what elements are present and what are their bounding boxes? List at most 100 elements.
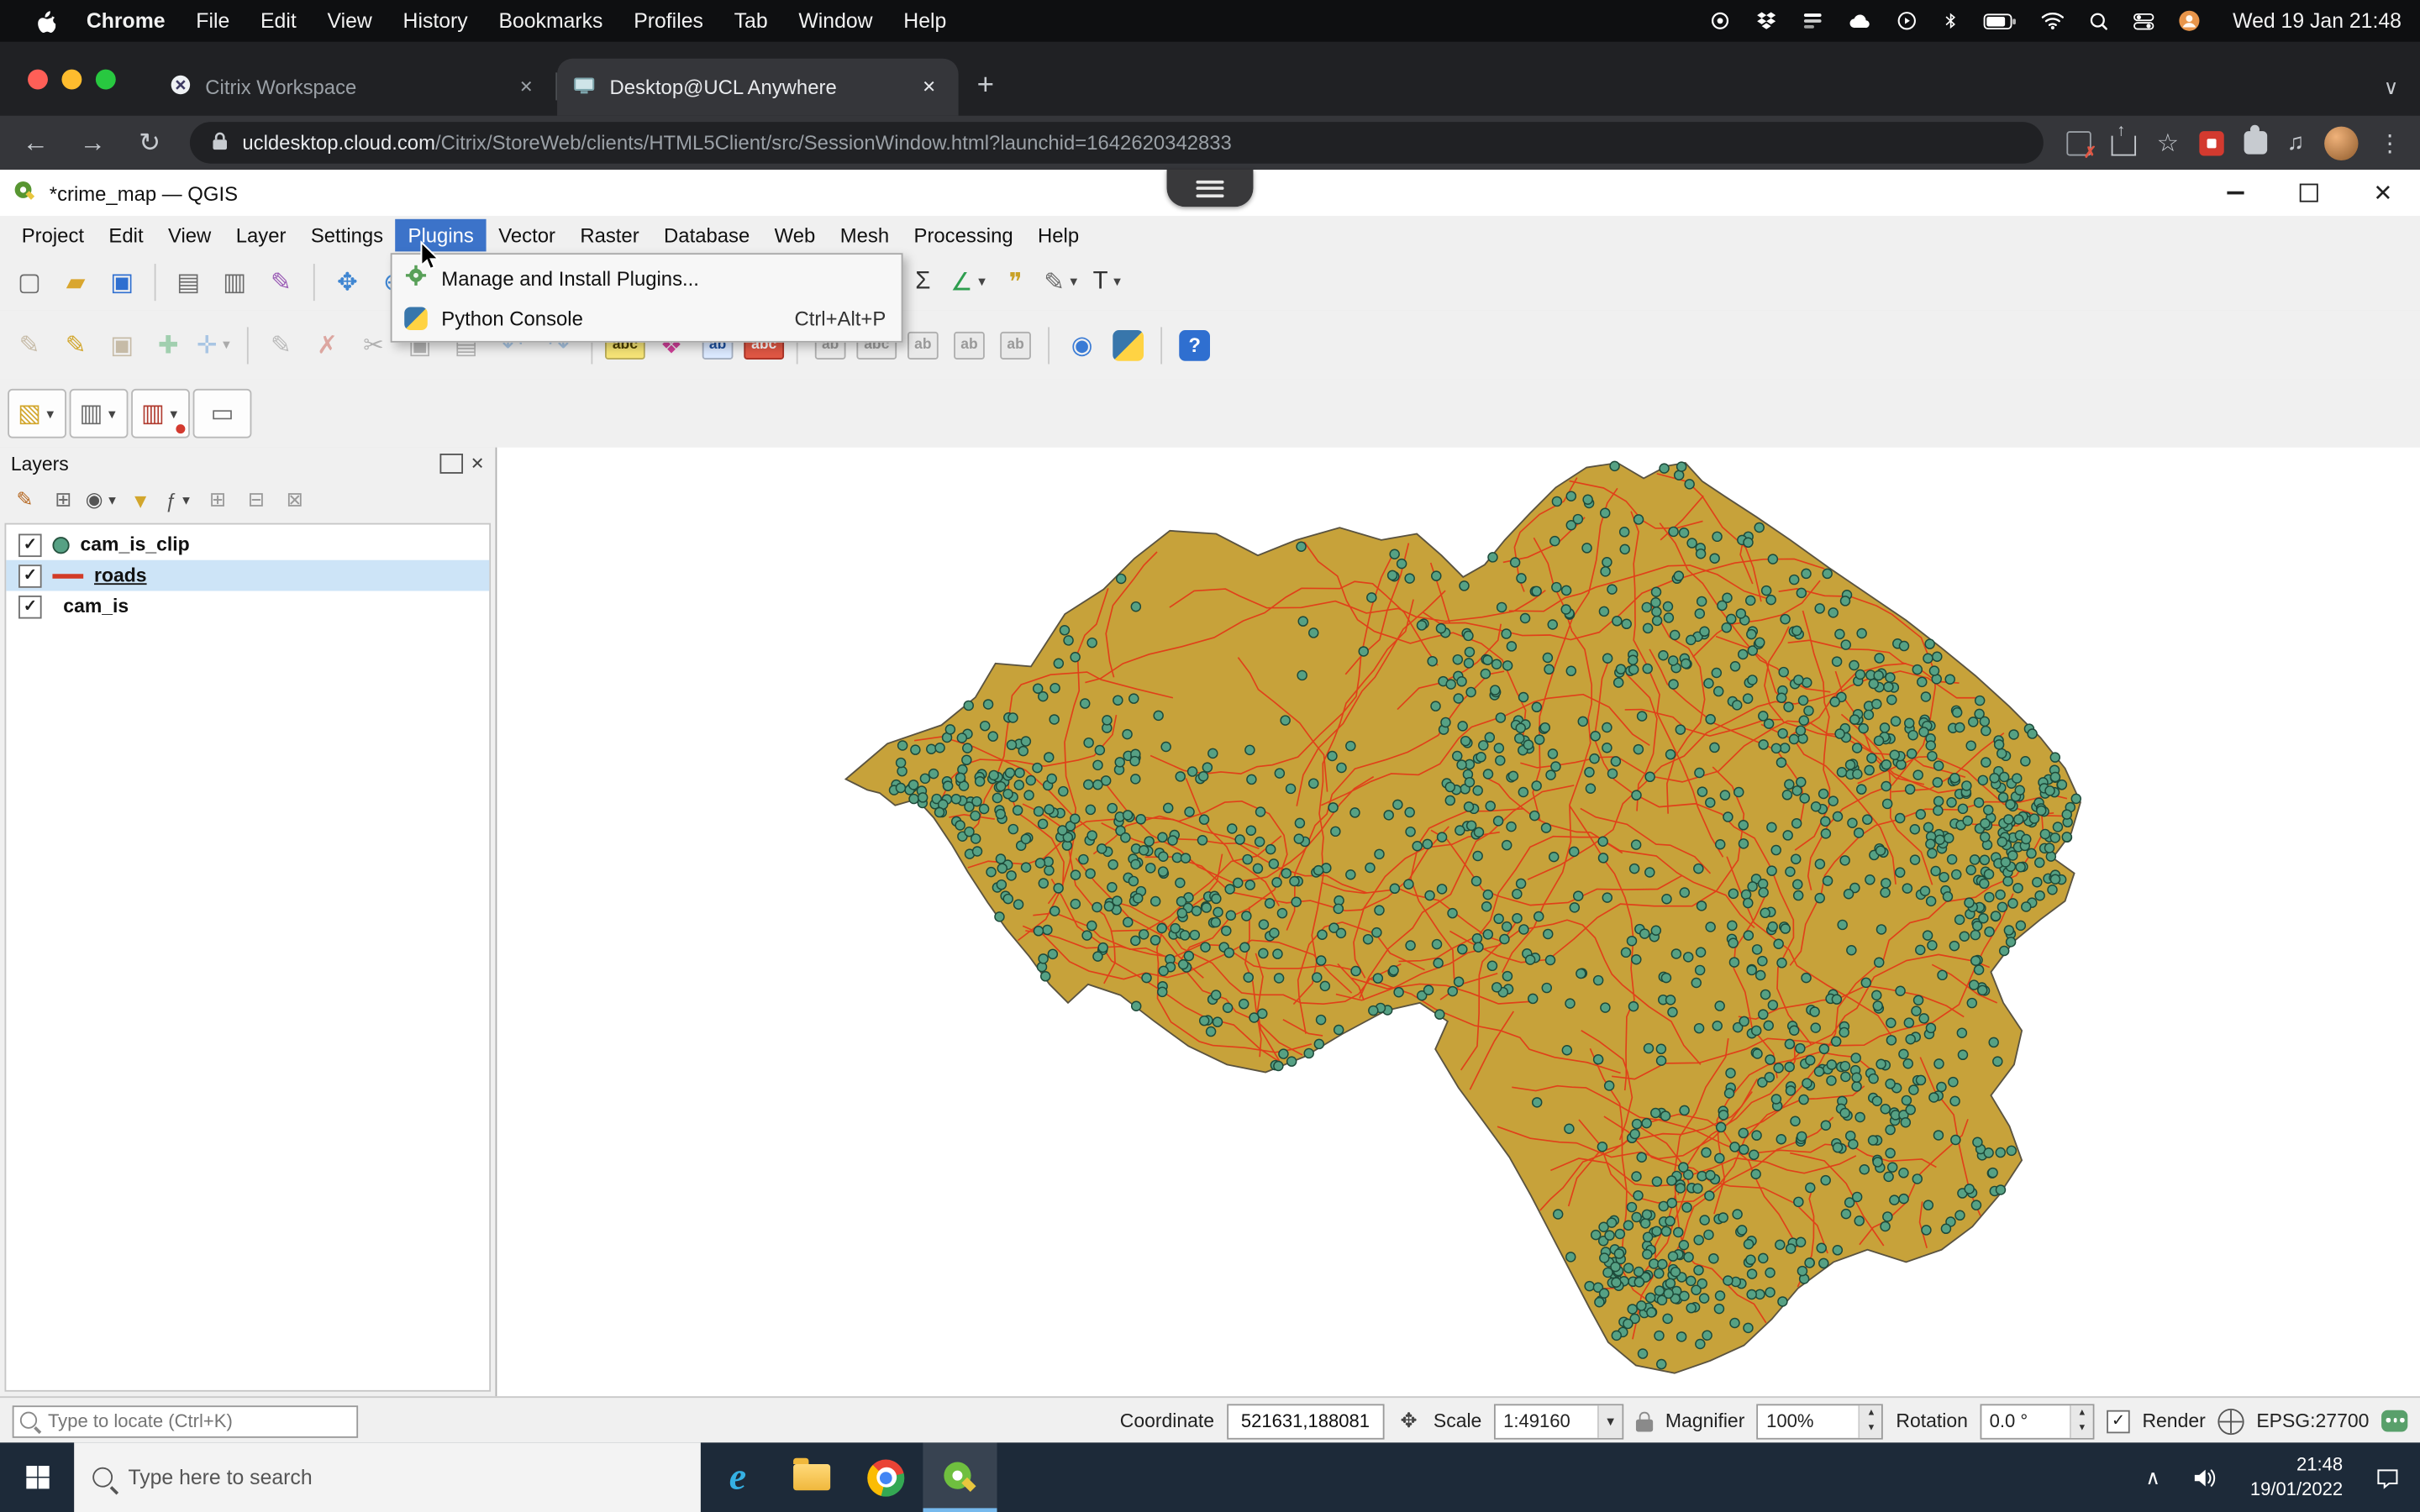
- mac-menu-file[interactable]: File: [181, 9, 245, 33]
- profile-avatar[interactable]: [2324, 126, 2358, 160]
- dropbox-icon[interactable]: [1754, 9, 1778, 33]
- collapse-all-button[interactable]: ⊟: [239, 483, 273, 517]
- save-project-button[interactable]: ▣: [100, 261, 143, 302]
- text-annotation-button[interactable]: T▼: [1086, 261, 1129, 302]
- active-app-name[interactable]: Chrome: [71, 9, 180, 33]
- screen-record-icon[interactable]: [1708, 9, 1732, 33]
- layer-checkbox[interactable]: ✓: [18, 564, 42, 587]
- layout-manager-button[interactable]: ▥: [213, 261, 255, 302]
- layer-row-cam_is_clip[interactable]: ✓cam_is_clip: [6, 529, 489, 560]
- open-project-button[interactable]: ▰: [54, 261, 97, 302]
- bluetooth-icon[interactable]: [1941, 9, 1960, 33]
- chrome-menu-kebab-icon[interactable]: ⋮: [2378, 129, 2402, 156]
- layer-row-cam_is[interactable]: ✓cam_is: [6, 591, 489, 622]
- open-layer-styling-button[interactable]: ✎: [8, 483, 41, 517]
- style-manager-button[interactable]: ✎: [260, 261, 302, 302]
- menubar-clock[interactable]: Wed 19 Jan 21:48: [2223, 9, 2402, 33]
- dropdown-caret-icon[interactable]: ▼: [45, 407, 57, 421]
- apple-logo-icon[interactable]: [18, 8, 71, 33]
- layer-checkbox[interactable]: ✓: [18, 595, 42, 618]
- wifi-icon[interactable]: [2040, 11, 2065, 31]
- label-tool-3-button[interactable]: ab: [902, 325, 944, 365]
- magnifier-spinbox[interactable]: 100% ▲▼: [1757, 1404, 1884, 1439]
- qgis-menu-raster[interactable]: Raster: [568, 218, 652, 251]
- mac-menu-tab[interactable]: Tab: [718, 9, 783, 33]
- float-panel-icon[interactable]: [439, 454, 463, 474]
- python-console-button[interactable]: [1107, 325, 1150, 365]
- taskbar-app-file-explorer[interactable]: [775, 1442, 849, 1512]
- label-tool-5-button[interactable]: ab: [994, 325, 1037, 365]
- tab-desktop-ucl-anywhere[interactable]: Desktop@UCL Anywhere✕: [557, 59, 959, 116]
- qgis-maximize-button[interactable]: [2272, 170, 2346, 216]
- close-panel-icon[interactable]: ✕: [471, 454, 485, 474]
- filter-by-expression-button[interactable]: ƒ▼: [162, 483, 196, 517]
- shortcuts-icon[interactable]: [1801, 9, 1824, 33]
- remove-layer-button[interactable]: ⊠: [278, 483, 312, 517]
- label-tool-4-button[interactable]: ab: [948, 325, 991, 365]
- qgis-menu-project[interactable]: Project: [9, 218, 97, 251]
- map-tips-button[interactable]: ❞: [994, 261, 1037, 302]
- mac-menu-bookmarks[interactable]: Bookmarks: [483, 9, 618, 33]
- tab-citrix-workspace[interactable]: Citrix Workspace✕: [155, 59, 556, 116]
- minimize-window-button[interactable]: [61, 70, 82, 90]
- qgis-menu-settings[interactable]: Settings: [298, 218, 396, 251]
- new-3d-map-view-button[interactable]: ▭: [193, 389, 252, 438]
- spotlight-icon[interactable]: [2087, 10, 2109, 32]
- qgis-menu-edit[interactable]: Edit: [97, 218, 156, 251]
- measure-button[interactable]: ∠▼: [948, 261, 991, 302]
- scale-dropdown-icon[interactable]: ▼: [1597, 1404, 1622, 1437]
- back-icon[interactable]: ←: [18, 128, 52, 159]
- toggle-editing-button[interactable]: ✎: [54, 325, 97, 365]
- render-checkbox[interactable]: ✓: [2107, 1410, 2130, 1433]
- scale-combo[interactable]: 1:49160 ▼: [1494, 1404, 1623, 1439]
- expand-all-button[interactable]: ⊞: [201, 483, 234, 517]
- qgis-menu-web[interactable]: Web: [762, 218, 828, 251]
- menu-item-manage-plugins[interactable]: Manage and Install Plugins...: [392, 258, 902, 298]
- forward-icon[interactable]: →: [76, 128, 109, 159]
- taskbar-search[interactable]: Type here to search: [74, 1442, 701, 1512]
- pan-map-button[interactable]: ✥: [326, 261, 369, 302]
- mac-menu-help[interactable]: Help: [888, 9, 962, 33]
- mac-menu-profiles[interactable]: Profiles: [618, 9, 718, 33]
- filter-legend-button[interactable]: ▼: [124, 483, 157, 517]
- new-map-view-button[interactable]: ▥▼: [70, 389, 129, 438]
- layer-checkbox[interactable]: ✓: [18, 533, 42, 557]
- new-print-layout-button[interactable]: ▤: [166, 261, 209, 302]
- dropdown-caret-icon[interactable]: ▼: [180, 493, 192, 507]
- tab-close-icon[interactable]: ✕: [915, 73, 943, 101]
- tray-chevron-icon[interactable]: ∧: [2130, 1442, 2176, 1512]
- messages-bubble-icon[interactable]: [2381, 1410, 2407, 1432]
- speaker-icon[interactable]: [2182, 1442, 2228, 1512]
- tab-search-chevron-icon[interactable]: ∨: [2384, 76, 2398, 100]
- share-icon[interactable]: [2112, 136, 2136, 156]
- qgis-menu-processing[interactable]: Processing: [902, 218, 1026, 251]
- playing-icon[interactable]: [1895, 9, 1918, 33]
- coordinate-input[interactable]: [1227, 1404, 1384, 1439]
- scale-lock-icon[interactable]: [1636, 1419, 1653, 1431]
- manage-map-themes-button[interactable]: ◉▼: [85, 483, 118, 517]
- tab-close-icon[interactable]: ✕: [513, 73, 540, 101]
- locate-input[interactable]: [13, 1404, 358, 1437]
- control-center-icon[interactable]: [2133, 10, 2154, 32]
- close-window-button[interactable]: [28, 70, 48, 90]
- start-button[interactable]: [0, 1442, 74, 1512]
- battery-icon[interactable]: [1983, 12, 2017, 30]
- select-features-rect-button[interactable]: ▧▼: [8, 389, 66, 438]
- omnibox[interactable]: ucldesktop.cloud.com/Citrix/StoreWeb/cli…: [190, 122, 2044, 164]
- taskbar-app-qgis[interactable]: [923, 1442, 997, 1512]
- citrix-toolbar-handle[interactable]: [1167, 170, 1254, 207]
- qgis-close-button[interactable]: ✕: [2346, 170, 2420, 216]
- dropdown-caret-icon[interactable]: ▼: [220, 338, 233, 352]
- action-center-icon[interactable]: [2365, 1442, 2411, 1512]
- crs-value[interactable]: EPSG:27700: [2256, 1410, 2369, 1432]
- map-canvas[interactable]: [497, 448, 2420, 1397]
- dropdown-caret-icon[interactable]: ▼: [1111, 275, 1123, 289]
- qgis-menu-vector[interactable]: Vector: [487, 218, 568, 251]
- close-map-view-button[interactable]: ▥▼: [131, 389, 190, 438]
- menu-item-python-console[interactable]: Python Console Ctrl+Alt+P: [392, 297, 902, 338]
- dropdown-caret-icon[interactable]: ▼: [167, 407, 180, 421]
- add-group-button[interactable]: ⊞: [46, 483, 80, 517]
- rotation-spinbox[interactable]: 0.0 ° ▲▼: [1981, 1404, 2095, 1439]
- qgis-menu-database[interactable]: Database: [651, 218, 762, 251]
- qgis-menu-view[interactable]: View: [155, 218, 224, 251]
